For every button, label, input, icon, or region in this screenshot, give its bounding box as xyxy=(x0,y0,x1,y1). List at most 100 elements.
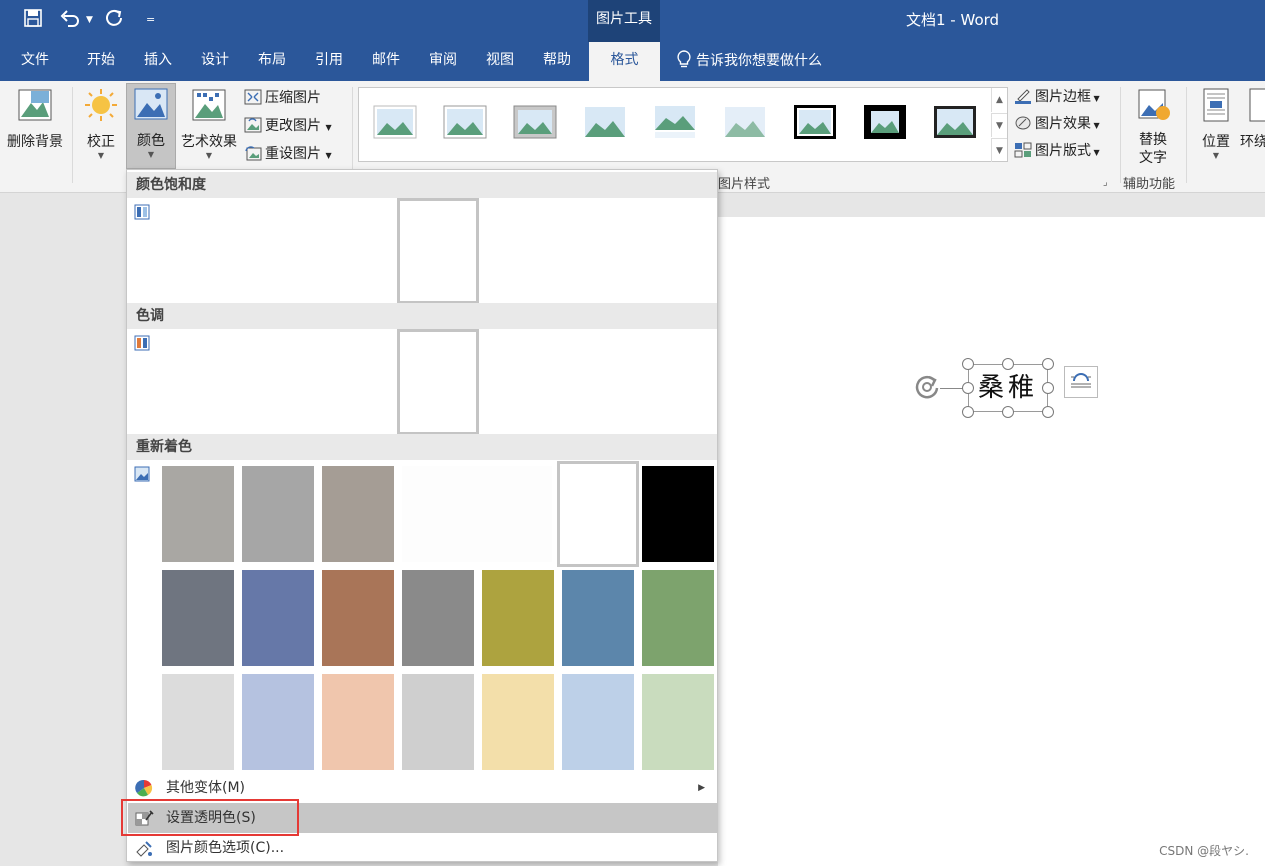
watermark: CSDN @段ヤシ. xyxy=(1159,844,1249,858)
tab-home[interactable]: 开始 xyxy=(76,42,126,81)
corrections-button[interactable]: 校正 ▼ xyxy=(78,85,124,161)
tab-view[interactable]: 视图 xyxy=(475,42,525,81)
recolor-swatch[interactable] xyxy=(562,570,634,666)
picture-border-button[interactable]: 图片边框 ▼ xyxy=(1014,85,1100,109)
tab-help[interactable]: 帮助 xyxy=(532,42,582,81)
resize-handle-top[interactable] xyxy=(1002,358,1014,370)
picture-effects-button[interactable]: 图片效果 ▼ xyxy=(1014,112,1100,136)
resize-handle-bottom[interactable] xyxy=(1002,406,1014,418)
picture-style-1[interactable] xyxy=(373,104,417,140)
alt-text-label-line1: 替换 xyxy=(1139,132,1167,148)
picture-style-4[interactable] xyxy=(583,104,627,140)
reset-picture-icon xyxy=(245,146,262,161)
resize-handle-bottom-left[interactable] xyxy=(962,406,974,418)
picture-style-5[interactable] xyxy=(653,104,697,140)
saturation-0[interactable] xyxy=(162,203,234,299)
recolor-swatch[interactable] xyxy=(162,570,234,666)
document-page[interactable] xyxy=(718,217,1265,866)
picture-style-3[interactable] xyxy=(513,104,557,140)
remove-background-button[interactable]: 删除背景 xyxy=(2,85,68,151)
recolor-swatch[interactable] xyxy=(322,570,394,666)
tell-me-box[interactable]: 告诉我你想要做什么 xyxy=(676,42,822,81)
recolor-swatch[interactable] xyxy=(322,674,394,770)
dialog-launcher-icon[interactable]: ⌟ xyxy=(1103,177,1108,188)
recolor-swatch[interactable] xyxy=(242,466,314,562)
tab-insert[interactable]: 插入 xyxy=(133,42,183,81)
resize-handle-bottom-right[interactable] xyxy=(1042,406,1054,418)
gallery-scroll-down-icon[interactable]: ▼ xyxy=(991,113,1007,137)
save-icon[interactable] xyxy=(24,9,42,33)
rotate-handle-icon[interactable] xyxy=(912,372,942,406)
recolor-swatch[interactable] xyxy=(642,570,714,666)
remove-background-icon xyxy=(18,89,52,121)
tone-5300k[interactable] xyxy=(242,334,314,430)
picture-style-6[interactable] xyxy=(723,104,767,140)
picture-style-7[interactable] xyxy=(793,104,837,140)
picture-layout-button[interactable]: 图片版式 ▼ xyxy=(1014,139,1100,163)
saturation-33[interactable] xyxy=(242,203,314,299)
selected-picture[interactable]: 桑稚 xyxy=(968,364,1048,412)
accessibility-group-label: 辅助功能 xyxy=(1123,177,1176,192)
reset-picture-button[interactable]: 重设图片 ▼ xyxy=(244,142,332,166)
resize-handle-top-left[interactable] xyxy=(962,358,974,370)
undo-dropdown-icon[interactable]: ▼ xyxy=(86,9,93,31)
artistic-effects-button[interactable]: 艺术效果 ▼ xyxy=(178,85,240,161)
compress-pictures-button[interactable]: 压缩图片 xyxy=(244,86,321,110)
tone-4700k[interactable] xyxy=(162,334,234,430)
saturation-400[interactable] xyxy=(642,203,714,299)
picture-style-9[interactable] xyxy=(933,104,977,140)
resize-handle-top-right[interactable] xyxy=(1042,358,1054,370)
chevron-down-icon: ▼ xyxy=(97,151,105,160)
saturation-100[interactable] xyxy=(397,198,479,304)
customize-qat-icon[interactable]: = xyxy=(146,9,155,31)
tone-5900k[interactable] xyxy=(322,334,394,430)
tone-11200k[interactable] xyxy=(642,334,714,430)
change-picture-button[interactable]: 更改图片 ▼ xyxy=(244,114,332,138)
picture-styles-gallery[interactable]: ▲ ▼ ▼ xyxy=(358,87,1008,162)
recolor-swatch[interactable] xyxy=(242,570,314,666)
recolor-swatch[interactable] xyxy=(162,674,234,770)
recolor-swatch[interactable] xyxy=(482,570,554,666)
wrap-text-button[interactable]: 环绕 xyxy=(1240,85,1265,151)
layout-options-icon[interactable] xyxy=(1064,366,1098,398)
recolor-swatch[interactable] xyxy=(322,466,394,562)
tone-6500k[interactable] xyxy=(397,329,479,435)
redo-icon[interactable] xyxy=(106,9,124,33)
saturation-66[interactable] xyxy=(322,203,394,299)
resize-handle-left[interactable] xyxy=(962,382,974,394)
tab-review[interactable]: 审阅 xyxy=(418,42,468,81)
recolor-swatch[interactable] xyxy=(402,674,474,770)
picture-style-8[interactable] xyxy=(863,104,907,140)
recolor-swatch[interactable] xyxy=(642,674,714,770)
tab-mailings[interactable]: 邮件 xyxy=(361,42,411,81)
tab-format[interactable]: 格式 xyxy=(589,42,660,81)
saturation-200[interactable] xyxy=(482,203,554,299)
recolor-swatch[interactable] xyxy=(557,461,639,567)
tab-layout[interactable]: 布局 xyxy=(247,42,297,81)
tone-7200k[interactable] xyxy=(482,334,554,430)
recolor-swatch[interactable] xyxy=(242,674,314,770)
picture-color-options-item[interactable]: 图片颜色选项(C)... xyxy=(128,833,717,863)
picture-layout-icon xyxy=(1014,142,1032,158)
undo-icon[interactable] xyxy=(60,9,80,33)
alt-text-label-line2: 文字 xyxy=(1139,150,1167,166)
tone-8800k[interactable] xyxy=(562,334,634,430)
recolor-swatch[interactable] xyxy=(162,466,234,562)
recolor-swatch[interactable] xyxy=(402,466,552,562)
color-button[interactable]: 颜色 ▼ xyxy=(126,83,176,169)
tab-file[interactable]: 文件 xyxy=(10,42,60,81)
gallery-more-icon[interactable]: ▼ xyxy=(991,138,1007,162)
recolor-swatch[interactable] xyxy=(642,466,714,562)
alt-text-button[interactable]: 替换 文字 xyxy=(1128,85,1178,167)
recolor-swatch[interactable] xyxy=(562,674,634,770)
tab-references[interactable]: 引用 xyxy=(304,42,354,81)
tab-design[interactable]: 设计 xyxy=(190,42,240,81)
recolor-swatch[interactable] xyxy=(402,570,474,666)
recolor-swatch[interactable] xyxy=(482,674,554,770)
picture-style-2[interactable] xyxy=(443,104,487,140)
position-button[interactable]: 位置 ▼ xyxy=(1194,85,1238,161)
resize-handle-right[interactable] xyxy=(1042,382,1054,394)
color-tone-icon xyxy=(134,335,150,351)
saturation-300[interactable] xyxy=(562,203,634,299)
gallery-scroll-up-icon[interactable]: ▲ xyxy=(991,88,1007,112)
